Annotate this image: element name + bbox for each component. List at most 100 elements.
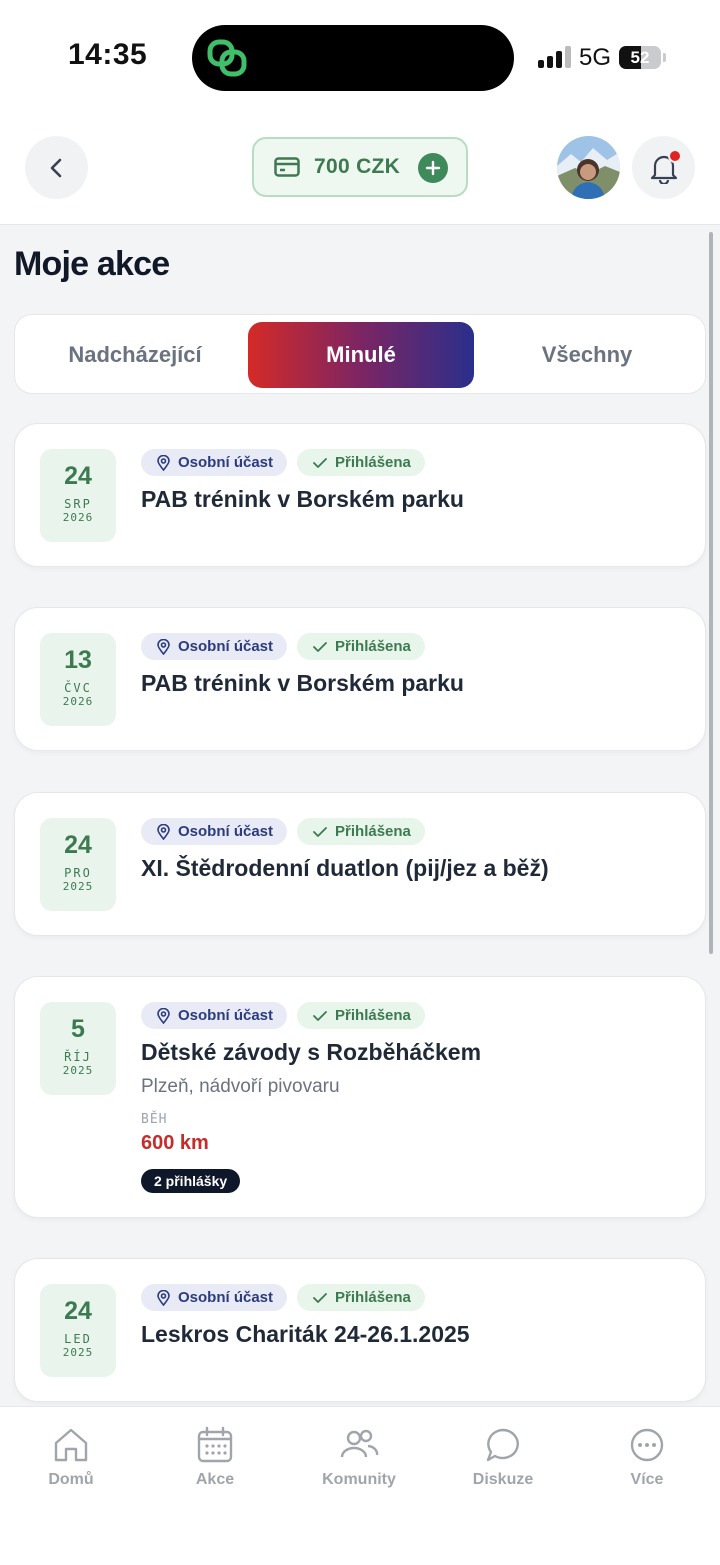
nav-communities[interactable]: Komunity (299, 1425, 419, 1489)
event-year: 2026 (62, 695, 94, 708)
nav-events[interactable]: Akce (155, 1425, 275, 1489)
attendance-badge: Osobní účast (141, 818, 288, 845)
nav-discussions-label: Diskuze (472, 1471, 534, 1488)
event-month: LED (64, 1332, 92, 1346)
wallet-balance-button[interactable]: 700 CZK (252, 137, 468, 197)
attendance-label: Osobní účast (178, 638, 274, 655)
nav-home[interactable]: Domů (11, 1425, 131, 1489)
check-icon (313, 457, 327, 468)
event-day: 13 (64, 646, 92, 674)
event-badges: Osobní účast Přihlášena (141, 449, 425, 476)
check-icon (313, 1292, 327, 1303)
chevron-left-icon (50, 158, 61, 177)
battery-icon: 52 (619, 46, 661, 69)
event-year: 2025 (62, 1064, 94, 1077)
event-date: 24 SRP 2026 (40, 449, 116, 542)
status-bar: 14:35 5G 52 (0, 0, 720, 115)
tab-upcoming[interactable]: Nadcházející (22, 322, 248, 388)
event-title: Dětské závody s Rozběháčkem (141, 1039, 482, 1065)
add-funds-button[interactable] (418, 153, 448, 183)
nav-more[interactable]: Více (587, 1425, 707, 1489)
battery-level: 52 (630, 47, 650, 67)
event-year: 2025 (62, 880, 94, 893)
user-avatar[interactable] (557, 136, 620, 199)
nav-discussions[interactable]: Diskuze (443, 1425, 563, 1489)
nav-communities-label: Komunity (322, 1471, 396, 1488)
event-month: SRP (64, 497, 92, 511)
more-icon (630, 1428, 664, 1462)
bottom-navigation: Domů Akce Komunity Diskuze Více (0, 1406, 720, 1565)
check-icon (313, 1010, 327, 1021)
users-icon (340, 1429, 379, 1458)
app-logo-icon (207, 39, 247, 77)
map-pin-icon (157, 1289, 170, 1306)
registration-label: Přihlášena (335, 454, 411, 471)
registration-badge: Přihlášena (297, 449, 425, 476)
registration-badge: Přihlášena (297, 633, 425, 660)
event-date: 24 PRO 2025 (40, 818, 116, 911)
registrations-count-badge: 2 přihlášky (141, 1169, 241, 1193)
home-icon (54, 1428, 88, 1462)
notification-dot (668, 149, 682, 163)
event-card[interactable]: 24 PRO 2025 Osobní účast Přihlášena XI. … (14, 792, 706, 936)
event-card[interactable]: 13 ČVC 2026 Osobní účast Přihlášena PAB … (14, 607, 706, 751)
registration-badge: Přihlášena (297, 1002, 425, 1029)
tab-all[interactable]: Všechny (474, 322, 700, 388)
registration-label: Přihlášena (335, 823, 411, 840)
event-card[interactable]: 5 ŘÍJ 2025 Osobní účast Přihlášena Dětsk… (14, 976, 706, 1218)
avatar-image (557, 136, 620, 199)
event-day: 24 (64, 462, 92, 490)
nav-events-label: Akce (195, 1471, 235, 1488)
event-title: XI. Štědrodenní duatlon (pij/jez a běž) (141, 855, 549, 881)
attendance-badge: Osobní účast (141, 633, 288, 660)
attendance-label: Osobní účast (178, 823, 274, 840)
event-title: PAB trénink v Borském parku (141, 486, 464, 512)
event-date: 24 LED 2025 (40, 1284, 116, 1377)
nav-more-label: Více (630, 1471, 664, 1488)
event-day: 5 (71, 1015, 85, 1043)
event-badges: Osobní účast Přihlášena (141, 818, 425, 845)
chat-icon (486, 1428, 519, 1462)
registration-label: Přihlášena (335, 1289, 411, 1306)
registration-label: Přihlášena (335, 1007, 411, 1024)
map-pin-icon (157, 454, 170, 471)
event-badges: Osobní účast Přihlášena (141, 1002, 425, 1029)
attendance-badge: Osobní účast (141, 449, 288, 476)
calendar-icon (197, 1426, 233, 1463)
check-icon (313, 641, 327, 652)
wallet-amount: 700 CZK (314, 155, 401, 178)
dynamic-island (192, 25, 514, 91)
plus-icon (425, 160, 441, 176)
status-time: 14:35 (68, 38, 148, 71)
event-month: PRO (64, 866, 92, 880)
back-button[interactable] (25, 136, 88, 199)
attendance-label: Osobní účast (178, 1007, 274, 1024)
registration-badge: Přihlášena (297, 818, 425, 845)
event-badges: Osobní účast Přihlášena (141, 1284, 425, 1311)
event-card[interactable]: 24 LED 2025 Osobní účast Přihlášena Lesk… (14, 1258, 706, 1402)
event-month: ŘÍJ (64, 1050, 92, 1064)
map-pin-icon (157, 638, 170, 655)
event-day: 24 (64, 831, 92, 859)
event-filter-tabs: Nadcházející Minulé Všechny (14, 314, 706, 394)
event-title: Leskros Chariták 24-26.1.2025 (141, 1321, 470, 1347)
signal-icon (538, 46, 571, 68)
event-badges: Osobní účast Přihlášena (141, 633, 425, 660)
attendance-badge: Osobní účast (141, 1002, 288, 1029)
event-card[interactable]: 24 SRP 2026 Osobní účast Přihlášena PAB … (14, 423, 706, 567)
notifications-button[interactable] (632, 136, 695, 199)
event-year: 2025 (62, 1346, 94, 1359)
event-distance: 600 km (141, 1132, 209, 1154)
attendance-label: Osobní účast (178, 1289, 274, 1306)
scrollbar[interactable] (709, 232, 713, 954)
event-location: Plzeň, nádvoří pivovaru (141, 1076, 340, 1097)
event-category: BĚH (141, 1112, 168, 1127)
registration-label: Přihlášena (335, 638, 411, 655)
page-title: Moje akce (14, 245, 170, 283)
map-pin-icon (157, 1007, 170, 1024)
network-type: 5G (579, 44, 612, 71)
event-day: 24 (64, 1297, 92, 1325)
event-date: 5 ŘÍJ 2025 (40, 1002, 116, 1095)
nav-home-label: Domů (48, 1471, 94, 1488)
tab-past[interactable]: Minulé (248, 322, 474, 388)
